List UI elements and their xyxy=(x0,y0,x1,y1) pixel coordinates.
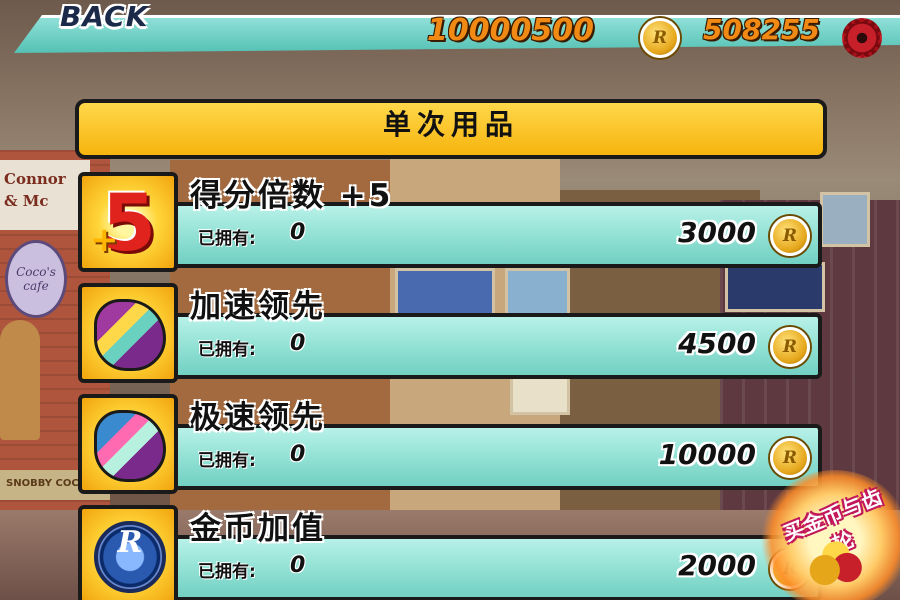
item-price: 10000 xyxy=(658,438,756,471)
category-header: 单次用品 xyxy=(75,99,827,159)
coin-icon: R xyxy=(770,216,810,256)
gear-balance: 508255 xyxy=(703,13,820,46)
gear-gem-icon[interactable] xyxy=(842,18,882,58)
store-item-score-multiplier[interactable]: 5 + 得分倍数 +5 已拥有: 0 3000 R xyxy=(78,172,828,272)
owned-label: 已拥有: xyxy=(198,340,256,360)
item-price: 3000 xyxy=(678,216,756,249)
mega-head-start-icon xyxy=(78,394,178,494)
owned-count: 0 xyxy=(290,220,306,245)
item-title: 加速领先 xyxy=(190,289,326,325)
owned-label: 已拥有: xyxy=(198,451,256,471)
buy-currency-promo[interactable]: 买金币与齿轮 xyxy=(760,470,900,600)
shop-sign: Connor & Mc xyxy=(0,160,90,230)
owned-count: 0 xyxy=(290,553,306,578)
item-price: 2000 xyxy=(678,549,756,582)
store-item-coin-value[interactable]: R 金币加值 已拥有: 0 2000 R xyxy=(78,505,828,600)
item-title: 极速领先 xyxy=(190,400,326,436)
owned-count: 0 xyxy=(290,442,306,467)
coin-icon: R xyxy=(640,18,680,58)
treasure-pile-icon xyxy=(808,540,864,590)
coin-balance: 10000500 xyxy=(427,13,594,48)
item-title: 金币加值 xyxy=(190,511,326,547)
item-price: 4500 xyxy=(678,327,756,360)
store-item-head-start[interactable]: 加速领先 已拥有: 0 4500 R xyxy=(78,283,828,383)
owned-label: 已拥有: xyxy=(198,229,256,249)
back-button[interactable]: BACK xyxy=(60,0,148,38)
coin-value-token-icon: R xyxy=(78,505,178,600)
coin-icon: R xyxy=(770,327,810,367)
store-item-mega-head-start[interactable]: 极速领先 已拥有: 0 10000 R xyxy=(78,394,828,494)
score-multiplier-5-icon: 5 + xyxy=(78,172,178,272)
dog-statue xyxy=(0,320,40,440)
owned-label: 已拥有: xyxy=(198,562,256,582)
cafe-sign: Coco's cafe xyxy=(5,240,67,318)
item-title: 得分倍数 +5 xyxy=(190,178,394,214)
owned-count: 0 xyxy=(290,331,306,356)
head-start-icon xyxy=(78,283,178,383)
